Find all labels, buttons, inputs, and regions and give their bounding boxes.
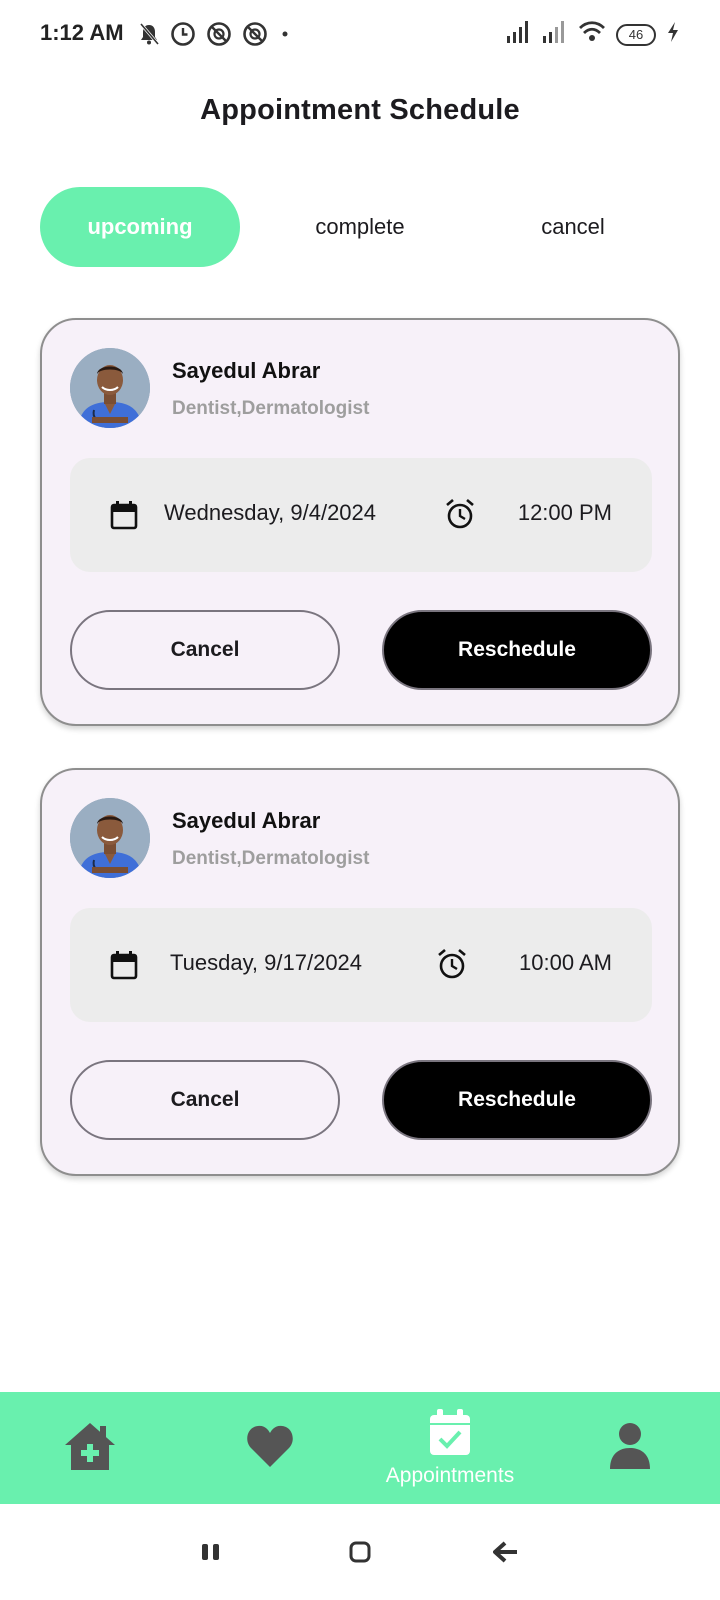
back-button[interactable]	[486, 1534, 526, 1574]
tab-cancel[interactable]: cancel	[473, 187, 673, 267]
cancel-button[interactable]: Cancel	[70, 1060, 340, 1140]
appointment-time: 12:00 PM	[517, 500, 612, 525]
nav-home[interactable]	[50, 1392, 130, 1504]
appointment-info-box: Tuesday, 9/17/2024 10:00 AM	[70, 908, 652, 1022]
status-bar: 1:12 AM 46	[0, 0, 720, 70]
alarm-clock-icon	[436, 948, 468, 985]
page-title: Appointment Schedule	[200, 94, 520, 126]
nav-favorites[interactable]	[230, 1392, 310, 1504]
battery-icon: 46	[616, 23, 656, 46]
nav-appointments-label: Appointments	[385, 1463, 515, 1487]
status-time: 1:12 AM	[40, 20, 124, 45]
system-nav-bar	[0, 1504, 720, 1600]
doctor-specialty: Dentist,Dermatologist	[172, 398, 370, 419]
reschedule-button[interactable]: Reschedule	[382, 610, 652, 690]
alarm-clock-icon	[444, 498, 476, 535]
mute-icon	[138, 22, 160, 51]
bottom-nav: Appointments	[0, 1392, 720, 1504]
recents-icon	[200, 1542, 222, 1567]
dnd-icon	[206, 21, 232, 52]
heart-icon	[245, 1423, 295, 1474]
home-medical-icon	[62, 1420, 118, 1477]
signal-icon	[506, 20, 532, 49]
appointment-card: Sayedul Abrar Dentist,Dermatologist Wedn…	[40, 318, 680, 726]
avatar	[70, 348, 150, 428]
alarm-icon	[170, 21, 196, 52]
person-icon	[608, 1421, 652, 1476]
recents-button[interactable]	[191, 1534, 231, 1574]
reschedule-button[interactable]: Reschedule	[382, 1060, 652, 1140]
dnd-icon	[242, 21, 268, 52]
tab-complete[interactable]: complete	[260, 187, 460, 267]
appointment-info-box: Wednesday, 9/4/2024 12:00 PM	[70, 458, 652, 572]
nav-profile[interactable]	[590, 1392, 670, 1504]
status-right-icons: 46	[506, 20, 680, 49]
calendar-icon	[110, 500, 138, 535]
charging-icon	[666, 21, 680, 48]
signal-icon	[542, 20, 568, 49]
doctor-name: Sayedul Abrar	[172, 358, 321, 383]
appointment-date: Wednesday, 9/4/2024	[164, 500, 377, 525]
status-left-icons	[138, 21, 292, 52]
appointment-card: Sayedul Abrar Dentist,Dermatologist Tues…	[40, 768, 680, 1176]
appointment-date: Tuesday, 9/17/2024	[170, 950, 363, 975]
calendar-check-icon	[428, 1408, 472, 1462]
dot-icon	[278, 21, 292, 52]
nav-appointments[interactable]: Appointments	[370, 1392, 530, 1504]
cancel-button[interactable]: Cancel	[70, 610, 340, 690]
tab-upcoming[interactable]: upcoming	[40, 187, 240, 267]
home-button[interactable]	[340, 1534, 380, 1574]
doctor-specialty: Dentist,Dermatologist	[172, 848, 370, 869]
calendar-icon	[110, 950, 138, 985]
wifi-icon	[578, 20, 606, 49]
doctor-name: Sayedul Abrar	[172, 808, 321, 833]
home-square-icon	[348, 1540, 372, 1569]
back-arrow-icon	[493, 1541, 519, 1568]
appointment-time: 10:00 AM	[519, 950, 612, 975]
avatar	[70, 798, 150, 878]
